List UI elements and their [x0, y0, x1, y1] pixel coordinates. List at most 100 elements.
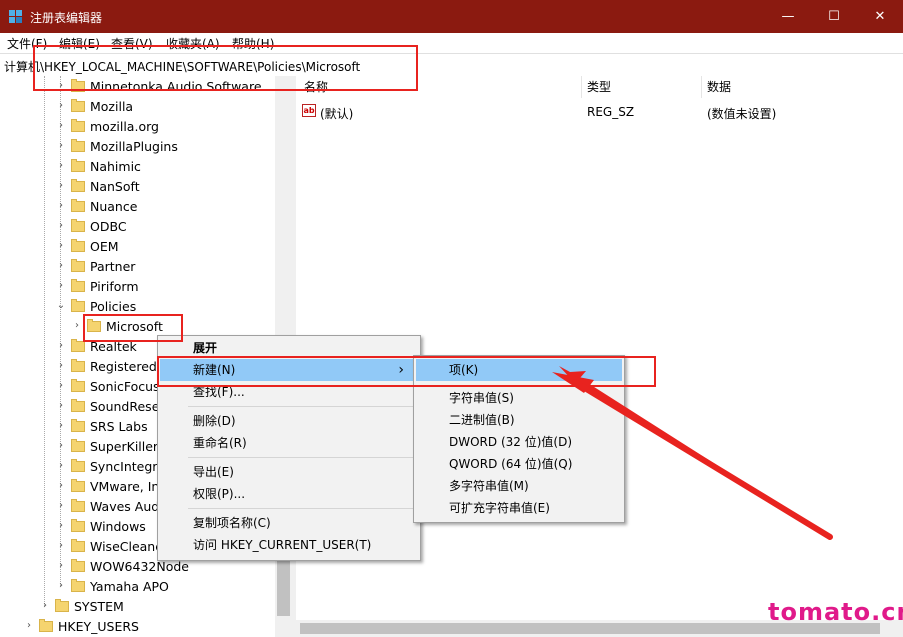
value-row[interactable]: ab (默认) REG_SZ (数值未设置)	[296, 102, 903, 122]
expand-chevron-icon[interactable]: ›	[56, 460, 66, 472]
folder-icon	[71, 459, 85, 472]
annotation-box-microsoft	[83, 314, 183, 342]
expand-chevron-icon[interactable]: ›	[56, 420, 66, 432]
maximize-button[interactable]: ☐	[811, 0, 857, 33]
tree-item-label: Nuance	[90, 199, 138, 214]
expand-chevron-icon[interactable]: ›	[56, 520, 66, 532]
submenu-qword-value[interactable]: QWORD (64 位)值(Q)	[416, 453, 622, 475]
title-bar: 注册表编辑器 — ☐ ✕	[0, 0, 903, 33]
submenu-string-value[interactable]: 字符串值(S)	[416, 387, 622, 409]
folder-icon	[71, 159, 85, 172]
tree-item[interactable]: › Yamaha APO	[0, 577, 275, 597]
folder-icon	[71, 499, 85, 512]
expand-chevron-icon[interactable]: ›	[56, 100, 66, 112]
folder-icon	[71, 359, 85, 372]
expand-chevron-icon[interactable]: ›	[56, 160, 66, 172]
folder-icon	[71, 179, 85, 192]
tree-item-label: SyncIntegra	[90, 459, 166, 474]
submenu-expandable-string-value-label: 可扩充字符串值(E)	[449, 501, 550, 515]
submenu-expandable-string-value[interactable]: 可扩充字符串值(E)	[416, 497, 622, 519]
folder-icon	[71, 579, 85, 592]
tree-item[interactable]: › Piriform	[0, 277, 275, 297]
expand-chevron-icon[interactable]: ›	[56, 260, 66, 272]
expand-chevron-icon[interactable]: ›	[56, 340, 66, 352]
tree-item[interactable]: › Nahimic	[0, 157, 275, 177]
folder-icon	[71, 479, 85, 492]
column-header-data[interactable]: 数据	[707, 76, 731, 98]
expand-chevron-icon[interactable]: ›	[56, 140, 66, 152]
tree-item[interactable]: › mozilla.org	[0, 117, 275, 137]
tree-item-label: Partner	[90, 259, 136, 274]
submenu-binary-value-label: 二进制值(B)	[449, 413, 515, 427]
submenu-binary-value[interactable]: 二进制值(B)	[416, 409, 622, 431]
ctx-copy-key-name[interactable]: 复制项名称(C)	[160, 512, 416, 534]
folder-icon	[71, 99, 85, 112]
regedit-icon	[9, 10, 22, 23]
tree-item[interactable]: › ODBC	[0, 217, 275, 237]
folder-icon	[71, 519, 85, 532]
column-divider[interactable]	[701, 76, 702, 98]
expand-chevron-icon[interactable]: ›	[56, 220, 66, 232]
ctx-copy-key-name-label: 复制项名称(C)	[193, 516, 271, 530]
folder-icon	[71, 239, 85, 252]
tree-item-label: SYSTEM	[74, 599, 124, 614]
value-data: (数值未设置)	[707, 107, 777, 121]
minimize-button[interactable]: —	[765, 0, 811, 33]
collapse-chevron-icon[interactable]: ⌄	[56, 300, 66, 312]
close-button[interactable]: ✕	[857, 0, 903, 33]
window-title: 注册表编辑器	[30, 11, 103, 25]
expand-chevron-icon[interactable]: ›	[56, 540, 66, 552]
tree-item[interactable]: › Mozilla	[0, 97, 275, 117]
annotation-box-address	[33, 45, 418, 91]
ctx-permissions[interactable]: 权限(P)...	[160, 483, 416, 505]
expand-chevron-icon[interactable]: ›	[56, 240, 66, 252]
tree-item-label: Windows	[90, 519, 146, 534]
expand-chevron-icon[interactable]: ›	[56, 560, 66, 572]
string-value-icon: ab	[302, 104, 316, 117]
expand-chevron-icon[interactable]: ›	[56, 380, 66, 392]
folder-icon	[71, 119, 85, 132]
expand-chevron-icon[interactable]: ›	[40, 600, 50, 612]
folder-icon	[71, 299, 85, 312]
tree-item-label: Yamaha APO	[90, 579, 169, 594]
expand-chevron-icon[interactable]: ›	[56, 480, 66, 492]
tree-item[interactable]: › NanSoft	[0, 177, 275, 197]
expand-chevron-icon[interactable]: ›	[56, 400, 66, 412]
expand-chevron-icon[interactable]: ›	[56, 280, 66, 292]
tree-item-label: Policies	[90, 299, 137, 314]
expand-chevron-icon[interactable]: ›	[72, 320, 82, 332]
tree-item[interactable]: › Partner	[0, 257, 275, 277]
submenu-dword-value-label: DWORD (32 位)值(D)	[449, 435, 572, 449]
expand-chevron-icon[interactable]: ›	[24, 620, 34, 632]
ctx-delete[interactable]: 删除(D)	[160, 410, 416, 432]
tree-item[interactable]: › HKEY_USERS	[0, 617, 275, 637]
expand-chevron-icon[interactable]: ›	[56, 440, 66, 452]
expand-chevron-icon[interactable]: ›	[56, 180, 66, 192]
submenu-dword-value[interactable]: DWORD (32 位)值(D)	[416, 431, 622, 453]
ctx-permissions-label: 权限(P)...	[193, 487, 246, 501]
tree-item[interactable]: › Nuance	[0, 197, 275, 217]
ctx-rename[interactable]: 重命名(R)	[160, 432, 416, 454]
tree-item[interactable]: › OEM	[0, 237, 275, 257]
ctx-export[interactable]: 导出(E)	[160, 461, 416, 483]
expand-chevron-icon[interactable]: ›	[56, 360, 66, 372]
column-header-type[interactable]: 类型	[587, 76, 611, 98]
expand-chevron-icon[interactable]: ›	[56, 500, 66, 512]
ctx-delete-label: 删除(D)	[193, 414, 236, 428]
column-divider[interactable]	[581, 76, 582, 98]
ctx-rename-label: 重命名(R)	[193, 436, 247, 450]
expand-chevron-icon[interactable]: ›	[56, 120, 66, 132]
folder-icon	[71, 399, 85, 412]
folder-icon	[71, 559, 85, 572]
expand-chevron-icon[interactable]: ›	[56, 580, 66, 592]
value-type: REG_SZ	[587, 105, 635, 119]
expand-chevron-icon[interactable]: ›	[56, 200, 66, 212]
submenu-multi-string-value[interactable]: 多字符串值(M)	[416, 475, 622, 497]
tree-item-label: Waves Audi	[90, 499, 163, 514]
tree-item[interactable]: › MozillaPlugins	[0, 137, 275, 157]
tree-item[interactable]: › SYSTEM	[0, 597, 275, 617]
ctx-go-hkcu[interactable]: 访问 HKEY_CURRENT_USER(T)	[160, 534, 416, 556]
tree-item-label: VMware, Inc	[90, 479, 167, 494]
tree-item-label: Mozilla	[90, 99, 134, 114]
folder-icon	[71, 539, 85, 552]
